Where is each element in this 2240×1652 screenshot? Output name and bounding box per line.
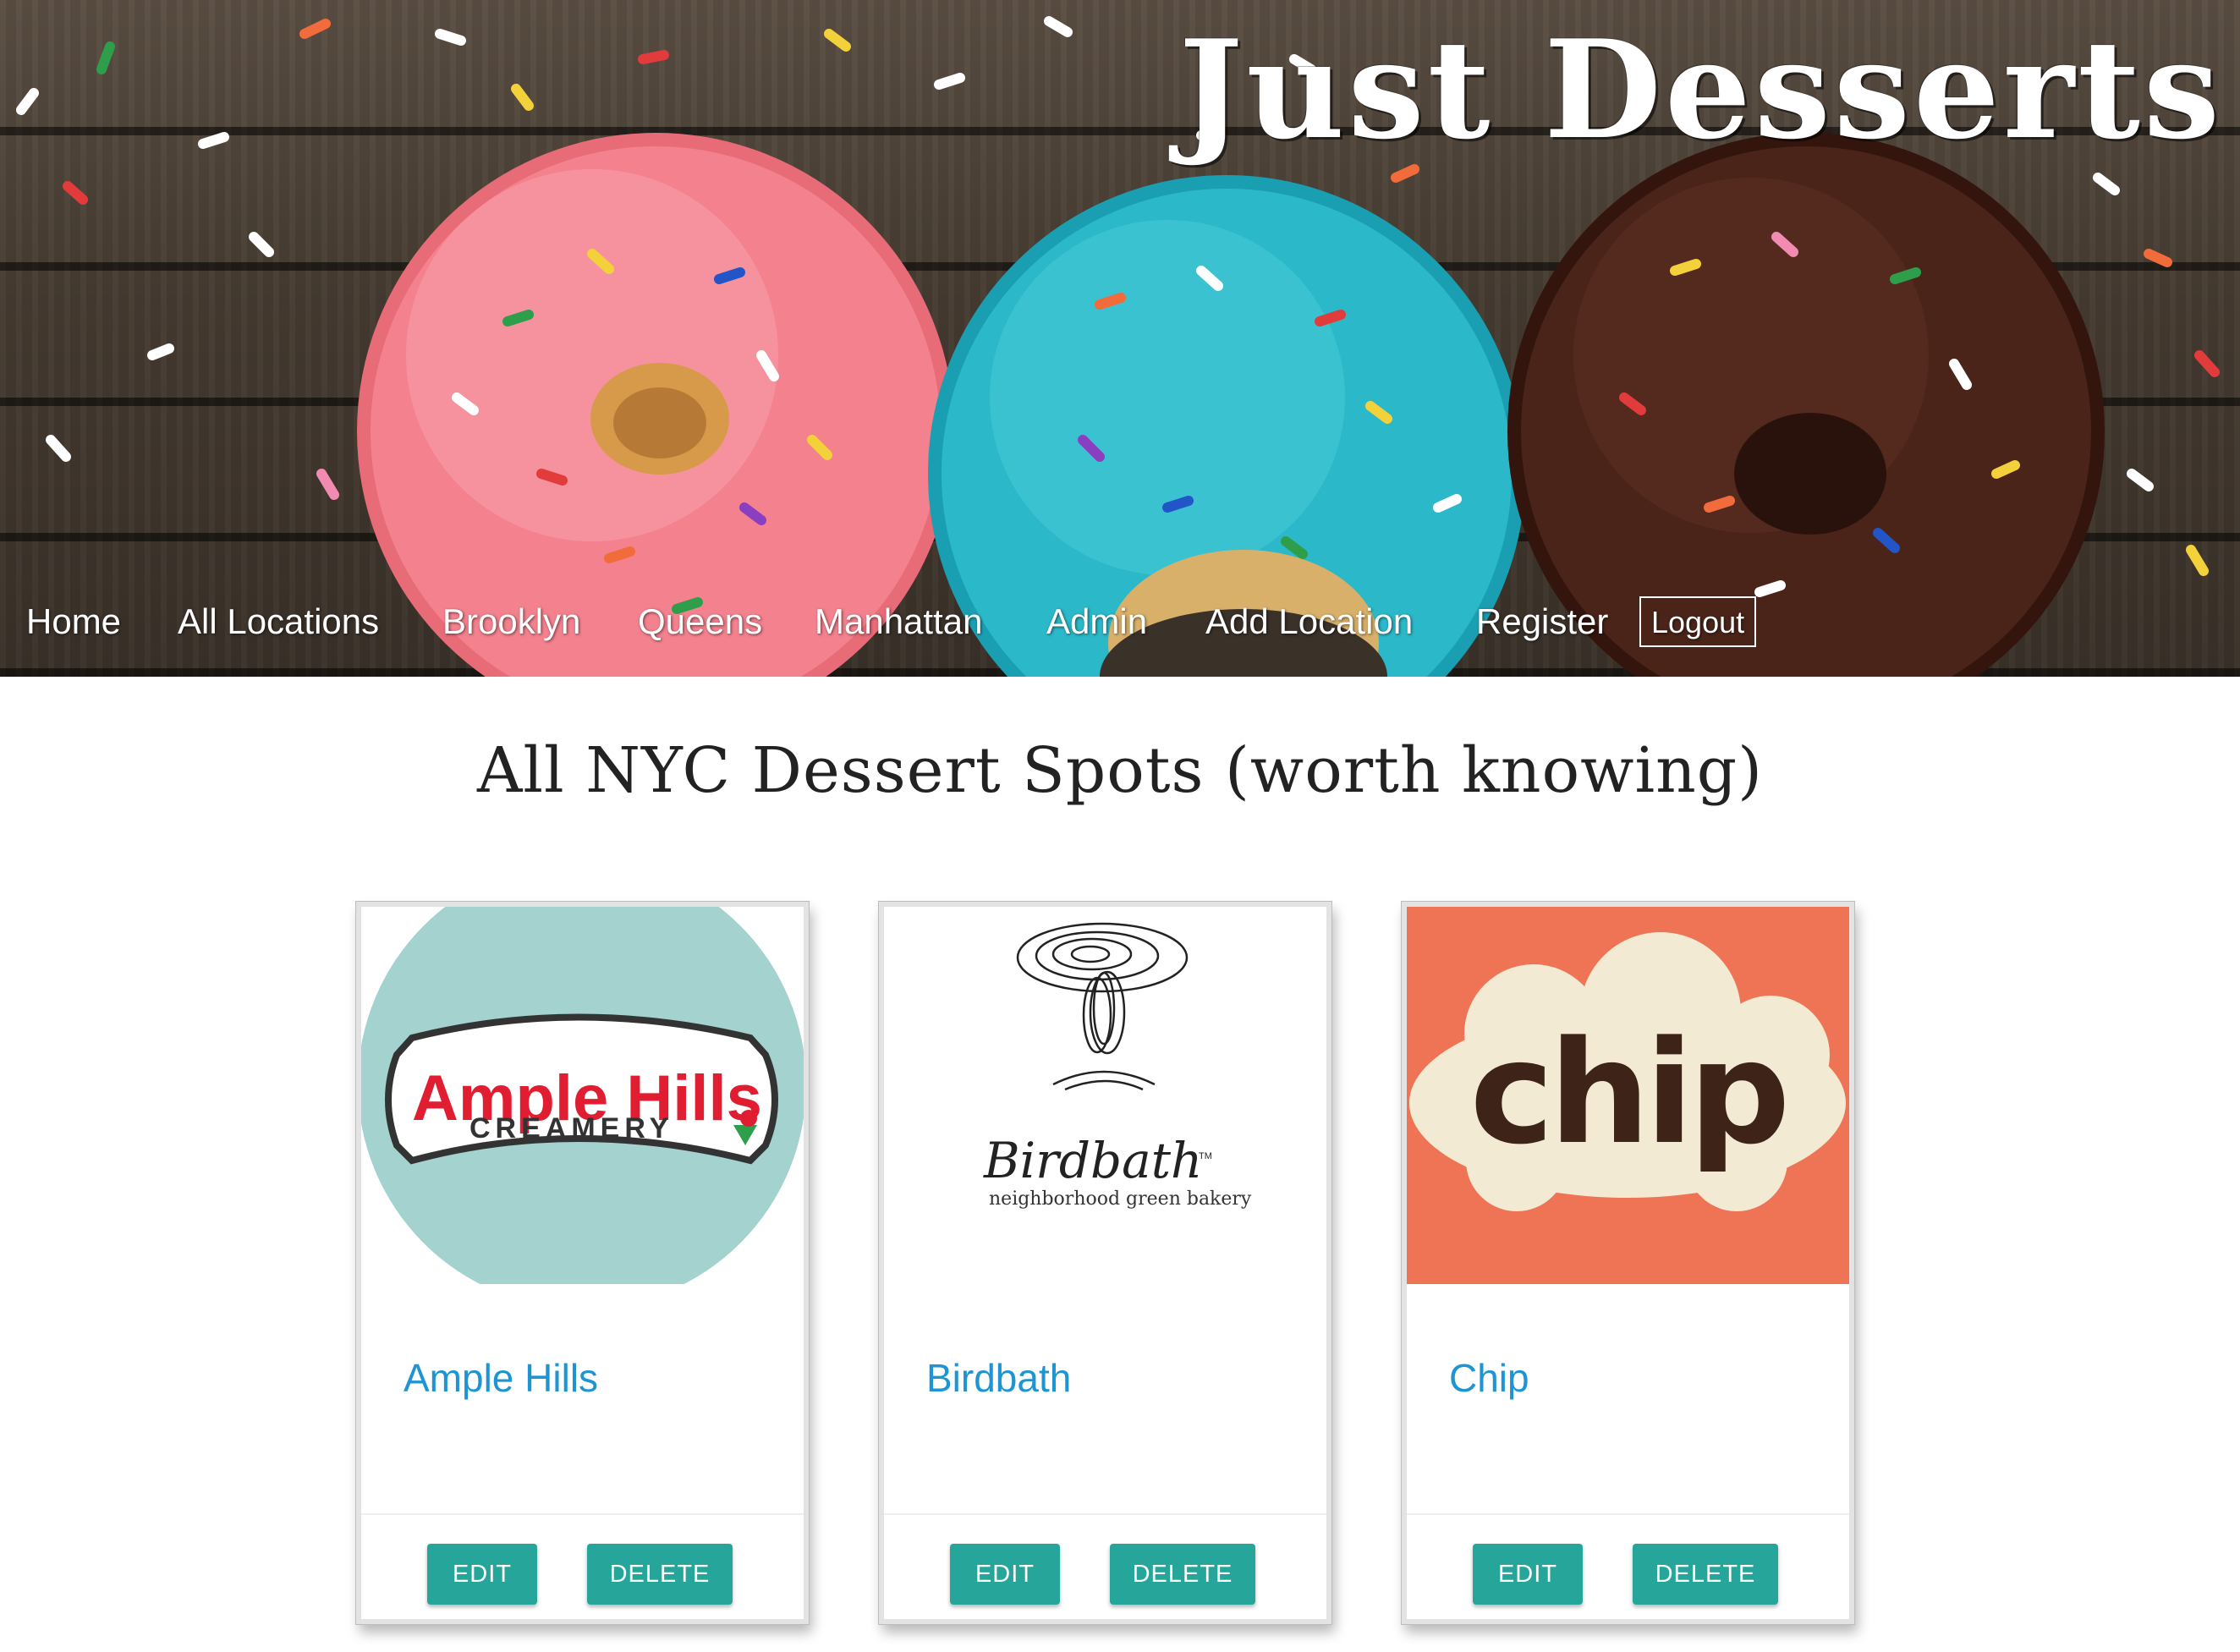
nav-brooklyn[interactable]: Brooklyn xyxy=(442,596,580,647)
edit-button[interactable]: EDIT xyxy=(950,1544,1060,1605)
svg-text:Birdbath: Birdbath xyxy=(983,1132,1202,1189)
nav-manhattan[interactable]: Manhattan xyxy=(815,596,982,647)
nav-home[interactable]: Home xyxy=(26,596,121,647)
location-card: chip Chip EDIT DELETE xyxy=(1402,902,1854,1624)
nav-register[interactable]: Register xyxy=(1476,596,1608,647)
location-card: Birdbath TM neighborhood green bakery Bi… xyxy=(879,902,1331,1624)
svg-text:chip: chip xyxy=(1469,1010,1785,1176)
chip-logo-image: chip xyxy=(1407,907,1849,1284)
location-name-link[interactable]: Chip xyxy=(1449,1355,1529,1401)
delete-button[interactable]: DELETE xyxy=(587,1544,733,1605)
main-nav: Home All Locations Brooklyn Queens Manha… xyxy=(0,596,2240,647)
location-name-link[interactable]: Birdbath xyxy=(926,1355,1071,1401)
nav-queens[interactable]: Queens xyxy=(638,596,762,647)
nav-add-location[interactable]: Add Location xyxy=(1205,596,1413,647)
location-name-link[interactable]: Ample Hills xyxy=(404,1355,598,1401)
delete-button[interactable]: DELETE xyxy=(1110,1544,1255,1605)
edit-button[interactable]: EDIT xyxy=(427,1544,537,1605)
nav-all-locations[interactable]: All Locations xyxy=(178,596,379,647)
birdbath-logo-image: Birdbath TM neighborhood green bakery xyxy=(884,907,1326,1284)
svg-text:CREAMERY: CREAMERY xyxy=(469,1112,673,1144)
card-divider xyxy=(361,1513,804,1515)
nav-admin[interactable]: Admin xyxy=(1046,596,1147,647)
logout-button[interactable]: Logout xyxy=(1639,596,1757,647)
card-divider xyxy=(1407,1513,1849,1515)
card-divider xyxy=(884,1513,1326,1515)
ample-hills-logo-image: Ample Hills CREAMERY xyxy=(361,907,804,1284)
page-title: All NYC Dessert Spots (worth knowing) xyxy=(476,734,1764,807)
site-logo[interactable]: Just Desserts xyxy=(1179,10,2224,169)
delete-button[interactable]: DELETE xyxy=(1633,1544,1778,1605)
svg-text:TM: TM xyxy=(1199,1151,1212,1161)
location-card: Ample Hills CREAMERY Ample Hills EDIT DE… xyxy=(356,902,809,1624)
svg-text:neighborhood green bakery: neighborhood green bakery xyxy=(989,1188,1252,1210)
edit-button[interactable]: EDIT xyxy=(1473,1544,1583,1605)
hero-header: Just Desserts Home All Locations Brookly… xyxy=(0,0,2240,677)
